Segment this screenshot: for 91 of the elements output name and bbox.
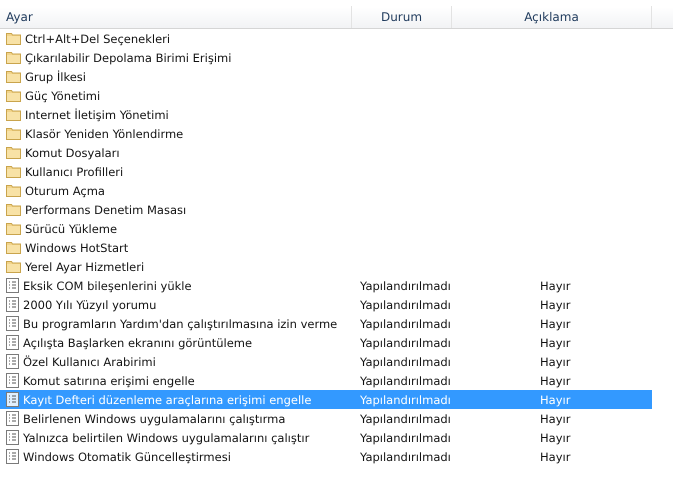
setting-name: Yerel Ayar Hizmetleri [25,260,144,274]
folder-icon [6,32,21,45]
setting-name: Eksik COM bileşenlerini yükle [23,278,192,292]
column-header[interactable]: Durum [352,6,452,28]
comment-text: Hayır [540,298,570,312]
setting-name: Belirlenen Windows uygulamalarını çalıştırma [23,412,286,426]
document-icon [6,430,19,445]
list-row[interactable]: Windows HotStart [0,238,673,257]
list-row[interactable]: Özel Kullanıcı Arabirimi Yapılandırılmadı Hayır [0,352,673,371]
folder-icon [6,127,21,140]
setting-name: Kayıt Defteri düzenleme araçlarına erişimi engelle [23,392,312,406]
setting-name: Klasör Yeniden Yönlendirme [25,126,184,140]
list-row[interactable]: Yerel Ayar Hizmetleri [0,257,673,276]
setting-name: Windows Otomatik Güncelleştirmesi [23,450,231,464]
comment-text: Hayır [540,336,570,350]
document-icon [6,335,19,350]
list-row[interactable]: Grup İlkesi [0,67,673,86]
list-row[interactable]: Eksik COM bileşenlerini yükle Yapılandırılmadı Hayır [0,276,673,295]
comment-text: Hayır [540,430,570,444]
document-icon [6,297,19,312]
list-row[interactable]: Sürücü Yükleme [0,219,673,238]
setting-name: Ctrl+Alt+Del Seçenekleri [25,32,170,46]
state-text: Yapılandırılmadı [360,450,451,464]
list-row[interactable]: Belirlenen Windows uygulamalarını çalıştırma Yapılandırılmadı Hayır [0,409,673,428]
setting-name: Oturum Açma [25,184,105,198]
column-header[interactable]: Ayar [0,6,352,28]
comment-text: Hayır [540,374,570,388]
folder-icon [6,146,21,159]
state-text: Yapılandırılmadı [360,354,451,368]
document-icon [6,373,19,388]
state-text: Yapılandırılmadı [360,316,451,330]
setting-name: Bu programların Yardım'dan çalıştırılmasına izin verme [23,316,338,330]
folder-icon [6,108,21,121]
setting-name: 2000 Yılı Yüzyıl yorumu [23,298,156,312]
folder-icon [6,51,21,64]
folder-icon [6,260,21,273]
setting-name: Yalnızca belirtilen Windows uygulamalarını çalıştır [23,430,310,444]
list-row[interactable]: Klasör Yeniden Yönlendirme [0,124,673,143]
folder-icon [6,222,21,235]
state-text: Yapılandırılmadı [360,374,451,388]
list-row[interactable]: Açılışta Başlarken ekranını görüntüleme Yapılandırılmadı Hayır [0,333,673,352]
setting-name: Komut satırına erişimi engelle [23,374,195,388]
state-text: Yapılandırılmadı [360,430,451,444]
column-header[interactable]: Açıklama [452,6,652,28]
state-text: Yapılandırılmadı [360,278,451,292]
document-icon [6,392,19,407]
list-row[interactable]: Kullanıcı Profilleri [0,162,673,181]
list-row[interactable]: Komut Dosyaları [0,143,673,162]
setting-name: Grup İlkesi [25,70,86,84]
comment-text: Hayır [540,278,570,292]
setting-name: Açılışta Başlarken ekranını görüntüleme [23,336,252,350]
comment-text: Hayır [540,450,570,464]
setting-name: Performans Denetim Masası [25,202,186,216]
setting-name: Internet İletişim Yönetimi [25,108,169,122]
comment-text: Hayır [540,412,570,426]
list-row[interactable]: 2000 Yılı Yüzyıl yorumu Yapılandırılmadı Hayır [0,295,673,314]
setting-name: Güç Yönetimi [25,88,100,102]
setting-name: Sürücü Yükleme [25,222,118,236]
comment-text: Hayır [540,392,570,406]
folder-icon [6,203,21,216]
comment-text: Hayır [540,354,570,368]
list-row[interactable]: Çıkarılabilir Depolama Birimi Erişimi [0,48,673,67]
setting-name: Windows HotStart [25,240,128,254]
setting-name: Çıkarılabilir Depolama Birimi Erişimi [25,50,232,64]
state-text: Yapılandırılmadı [360,336,451,350]
state-text: Yapılandırılmadı [360,392,451,406]
list-row[interactable]: Internet İletişim Yönetimi [0,105,673,124]
setting-name: Komut Dosyaları [25,146,120,160]
list-row[interactable]: Ctrl+Alt+Del Seçenekleri [0,29,673,48]
list-row[interactable]: Performans Denetim Masası [0,200,673,219]
list-row[interactable]: Windows Otomatik Güncelleştirmesi Yapılandırılmadı Hayır [0,447,673,466]
folder-icon [6,241,21,254]
list-row[interactable]: Bu programların Yardım'dan çalıştırılmasına izin verme Yapılandırılmadı Hayır [0,314,673,333]
document-icon [6,449,19,464]
document-icon [6,354,19,369]
list-row[interactable]: Yalnızca belirtilen Windows uygulamalarını çalıştır Yapılandırılmadı Hayır [0,428,673,447]
folder-icon [6,70,21,83]
folder-icon [6,89,21,102]
document-icon [6,278,19,293]
setting-name: Kullanıcı Profilleri [25,164,124,178]
document-icon [6,316,19,331]
state-text: Yapılandırılmadı [360,298,451,312]
setting-name: Özel Kullanıcı Arabirimi [23,354,156,368]
list-row[interactable]: Oturum Açma [0,181,673,200]
folder-icon [6,184,21,197]
list-row[interactable]: Güç Yönetimi [0,86,673,105]
list-row[interactable]: Komut satırına erişimi engelle Yapılandırılmadı Hayır [0,371,673,390]
comment-text: Hayır [540,316,570,330]
folder-icon [6,165,21,178]
document-icon [6,411,19,426]
state-text: Yapılandırılmadı [360,412,451,426]
